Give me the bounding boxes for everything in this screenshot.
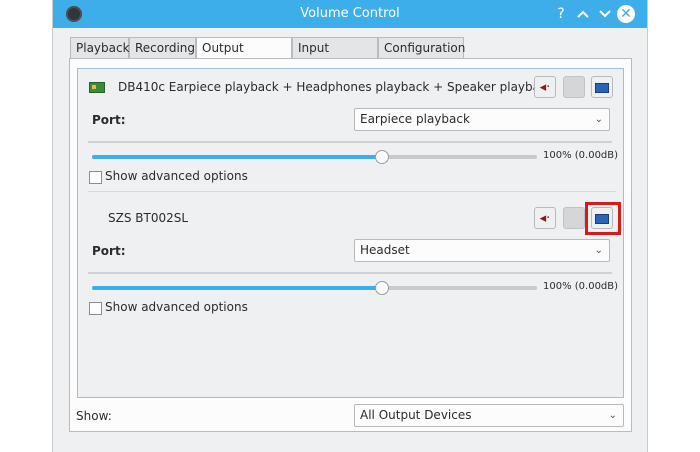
chevron-down-icon: ⌄ bbox=[594, 245, 603, 256]
port-label: Port: bbox=[92, 244, 126, 258]
volume-slider-fill bbox=[92, 155, 382, 159]
device-list: DB410c Earpiece playback + Headphones pl… bbox=[77, 68, 624, 398]
device-name: DB410c Earpiece playback + Headphones pl… bbox=[118, 80, 554, 94]
mute-button[interactable]: ◂· bbox=[534, 76, 556, 98]
advanced-options-label[interactable]: Show advanced options bbox=[105, 169, 248, 183]
highlight-box bbox=[585, 202, 621, 235]
monitor-icon bbox=[595, 83, 609, 93]
volume-slider[interactable] bbox=[92, 281, 537, 295]
tab-playback[interactable]: Playback bbox=[70, 37, 130, 58]
volume-slider-handle[interactable] bbox=[375, 150, 390, 164]
lock-channels-button[interactable] bbox=[563, 207, 585, 229]
volume-slider-handle[interactable] bbox=[375, 281, 390, 295]
chevron-down-icon: ⌄ bbox=[594, 114, 603, 125]
volume-separator bbox=[88, 141, 612, 143]
minimize-button[interactable] bbox=[573, 4, 593, 24]
advanced-options-checkbox[interactable] bbox=[89, 302, 102, 315]
advanced-options-label[interactable]: Show advanced options bbox=[105, 300, 248, 314]
volume-value: 100% (0.00dB) bbox=[543, 150, 619, 161]
mute-speaker-icon: ◂· bbox=[539, 211, 551, 226]
chevron-down-icon bbox=[599, 10, 611, 18]
close-button[interactable]: ✕ bbox=[617, 5, 635, 23]
port-select[interactable]: Earpiece playback ⌄ bbox=[354, 108, 610, 131]
device-divider bbox=[88, 191, 616, 192]
set-default-button[interactable] bbox=[591, 76, 613, 98]
show-filter-value: All Output Devices bbox=[360, 408, 472, 422]
port-label: Port: bbox=[92, 113, 126, 127]
output-devices-panel: DB410c Earpiece playback + Headphones pl… bbox=[69, 58, 632, 432]
port-select[interactable]: Headset ⌄ bbox=[354, 239, 610, 262]
tab-output-devices[interactable]: Output Devices bbox=[196, 37, 292, 75]
help-button[interactable]: ? bbox=[551, 4, 571, 24]
volume-slider[interactable] bbox=[92, 150, 537, 164]
device-name: SZS BT002SL bbox=[108, 211, 189, 225]
mute-speaker-icon: ◂· bbox=[539, 80, 551, 95]
maximize-button[interactable] bbox=[595, 4, 615, 24]
volume-control-window: Volume Control ? ✕ Playback Recording Ou… bbox=[52, 0, 648, 452]
volume-slider-fill bbox=[92, 286, 382, 290]
chevron-up-icon bbox=[577, 10, 589, 18]
volume-separator bbox=[88, 272, 612, 274]
tab-recording[interactable]: Recording bbox=[129, 37, 196, 58]
volume-value: 100% (0.00dB) bbox=[543, 281, 619, 292]
show-filter-select[interactable]: All Output Devices ⌄ bbox=[354, 404, 624, 427]
lock-channels-button[interactable] bbox=[563, 76, 585, 98]
port-select-value: Earpiece playback bbox=[360, 112, 470, 126]
sound-card-icon bbox=[89, 82, 105, 93]
chevron-down-icon: ⌄ bbox=[608, 410, 617, 421]
title-bar: Volume Control ? ✕ bbox=[53, 0, 647, 28]
port-select-value: Headset bbox=[360, 243, 410, 257]
tab-configuration[interactable]: Configuration bbox=[378, 37, 465, 58]
advanced-options-checkbox[interactable] bbox=[89, 171, 102, 184]
mute-button[interactable]: ◂· bbox=[534, 207, 556, 229]
show-label: Show: bbox=[76, 409, 112, 423]
tab-input-devices[interactable]: Input Devices bbox=[292, 37, 378, 75]
